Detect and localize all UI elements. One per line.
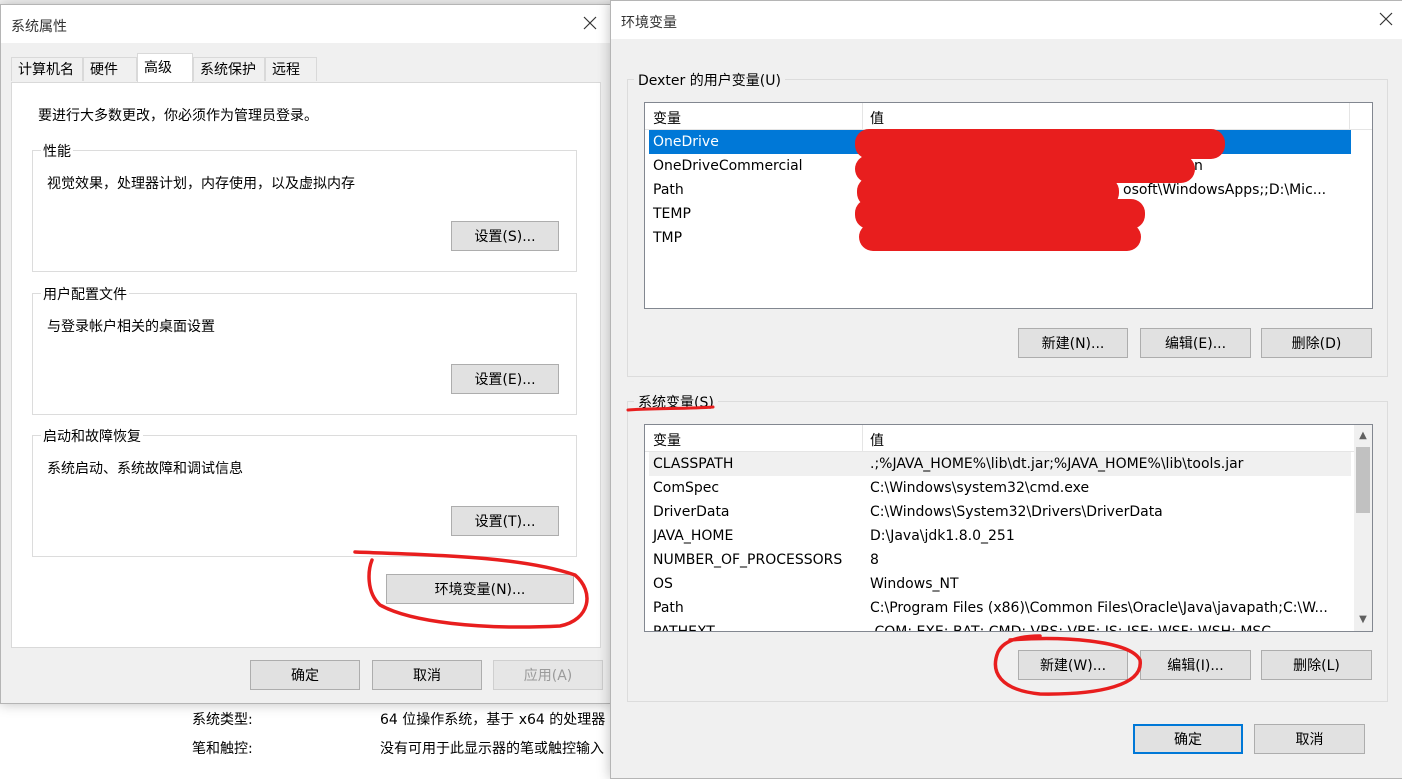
cancel-button[interactable]: 取消: [372, 660, 482, 690]
ok-button[interactable]: 确定: [250, 660, 360, 690]
startup-recovery-description: 系统启动、系统故障和调试信息: [47, 461, 243, 477]
tab-computer-name[interactable]: 计算机名: [11, 57, 83, 81]
vertical-scrollbar[interactable]: ▲ ▼: [1354, 425, 1372, 631]
system-edit-button[interactable]: 编辑(I)...: [1140, 650, 1251, 680]
tab-remote[interactable]: 远程: [265, 57, 317, 81]
column-separator[interactable]: [862, 103, 863, 129]
variable-name: TEMP: [653, 206, 691, 222]
user-variables-list[interactable]: 变量 值 OneDrive OneDriveCommercial n Path …: [644, 102, 1373, 309]
dialog-title: 系统属性: [11, 19, 67, 35]
startup-recovery-group: 启动和故障恢复 系统启动、系统故障和调试信息 设置(T)...: [32, 426, 577, 557]
scroll-up-icon[interactable]: ▲: [1354, 427, 1372, 445]
pen-touch-label: 笔和触控:: [192, 741, 253, 757]
variable-name: JAVA_HOME: [653, 528, 734, 544]
performance-description: 视觉效果，处理器计划，内存使用，以及虚拟内存: [47, 176, 355, 192]
variable-value: D:\Java\jdk1.8.0_251: [870, 528, 1015, 544]
pen-touch-value: 没有可用于此显示器的笔或触控输入: [380, 741, 604, 757]
column-variable[interactable]: 变量: [653, 430, 681, 450]
tab-advanced[interactable]: 高级: [137, 53, 193, 83]
variable-value: .COM;.EXE;.BAT;.CMD;.VBS;.VBE;.JS;.JSE;.…: [870, 624, 1272, 632]
system-properties-dialog: 系统属性 计算机名 硬件 高级 系统保护 远程 要进行大多数更改，你必须作为管理…: [0, 4, 612, 704]
variable-value: Windows_NT: [870, 576, 959, 592]
variable-name: TMP: [653, 230, 683, 246]
performance-legend: 性能: [41, 141, 73, 161]
variable-name: Path: [653, 600, 684, 616]
close-icon[interactable]: [1377, 10, 1395, 28]
startup-recovery-legend: 启动和故障恢复: [41, 426, 143, 446]
variable-name: DriverData: [653, 504, 730, 520]
variable-value: C:\Program Files (x86)\Common Files\Orac…: [870, 600, 1328, 616]
apply-button[interactable]: 应用(A): [493, 660, 603, 690]
system-delete-button[interactable]: 删除(L): [1261, 650, 1372, 680]
advanced-panel: 要进行大多数更改，你必须作为管理员登录。 性能 视觉效果，处理器计划，内存使用，…: [11, 82, 601, 648]
variable-name: OneDrive: [653, 134, 719, 150]
tab-hardware[interactable]: 硬件: [83, 57, 137, 81]
system-type-label: 系统类型:: [192, 712, 253, 728]
dialog-body: Dexter 的用户变量(U) 变量 值 OneDrive OneDriveCo…: [611, 39, 1402, 778]
list-item[interactable]: Path C:\Program Files (x86)\Common Files…: [649, 596, 1351, 620]
title-bar: 环境变量: [611, 1, 1402, 39]
variable-name: Path: [653, 182, 684, 198]
column-variable[interactable]: 变量: [653, 108, 681, 128]
env-ok-button[interactable]: 确定: [1133, 724, 1243, 754]
variable-value: .;%JAVA_HOME%\lib\dt.jar;%JAVA_HOME%\lib…: [870, 456, 1244, 472]
title-bar: 系统属性: [1, 5, 611, 43]
user-variables-frame: Dexter 的用户变量(U) 变量 值 OneDrive OneDriveCo…: [627, 70, 1388, 377]
user-profile-group: 用户配置文件 与登录帐户相关的桌面设置 设置(E)...: [32, 284, 577, 415]
variable-value: 8: [870, 552, 879, 568]
system-variables-list[interactable]: 变量 值 CLASSPATH .;%JAVA_HOME%\lib\dt.jar;…: [644, 424, 1373, 632]
variable-value: C:\Windows\system32\cmd.exe: [870, 480, 1090, 496]
user-profile-description: 与登录帐户相关的桌面设置: [47, 319, 215, 335]
variable-name: NUMBER_OF_PROCESSORS: [653, 552, 843, 568]
variable-name: ComSpec: [653, 480, 720, 496]
list-item[interactable]: ComSpec C:\Windows\system32\cmd.exe: [649, 476, 1351, 500]
variable-value: C:\Windows\System32\Drivers\DriverData: [870, 504, 1163, 520]
list-header: 变量 值: [645, 425, 1372, 452]
tab-system-protection[interactable]: 系统保护: [193, 57, 265, 81]
user-edit-button[interactable]: 编辑(E)...: [1140, 328, 1251, 358]
env-cancel-button[interactable]: 取消: [1254, 724, 1365, 754]
dialog-title: 环境变量: [621, 15, 677, 31]
scroll-thumb[interactable]: [1356, 447, 1370, 513]
column-separator[interactable]: [1349, 103, 1350, 129]
variable-name: OneDriveCommercial: [653, 158, 803, 174]
column-value[interactable]: 值: [870, 430, 884, 450]
system-type-value: 64 位操作系统，基于 x64 的处理器: [380, 712, 606, 728]
environment-variables-button[interactable]: 环境变量(N)...: [386, 574, 574, 604]
user-profile-legend: 用户配置文件: [41, 284, 129, 304]
system-new-button[interactable]: 新建(W)...: [1018, 650, 1128, 680]
list-item[interactable]: PATHEXT .COM;.EXE;.BAT;.CMD;.VBS;.VBE;.J…: [649, 620, 1351, 632]
variable-name: PATHEXT: [653, 624, 715, 632]
performance-group: 性能 视觉效果，处理器计划，内存使用，以及虚拟内存 设置(S)...: [32, 141, 577, 272]
scroll-down-icon[interactable]: ▼: [1354, 611, 1372, 629]
list-item[interactable]: CLASSPATH .;%JAVA_HOME%\lib\dt.jar;%JAVA…: [649, 452, 1351, 476]
list-item[interactable]: DriverData C:\Windows\System32\Drivers\D…: [649, 500, 1351, 524]
list-item[interactable]: OS Windows_NT: [649, 572, 1351, 596]
list-item[interactable]: NUMBER_OF_PROCESSORS 8: [649, 548, 1351, 572]
environment-variables-dialog: 环境变量 Dexter 的用户变量(U) 变量 值 OneDrive OneDr…: [610, 0, 1402, 779]
system-variables-frame: 系统变量(S) 变量 值 CLASSPATH .;%JAVA_HOME%\lib…: [627, 392, 1388, 702]
admin-note: 要进行大多数更改，你必须作为管理员登录。: [38, 108, 318, 124]
column-separator[interactable]: [862, 425, 863, 451]
user-profile-settings-button[interactable]: 设置(E)...: [451, 364, 559, 394]
user-new-button[interactable]: 新建(N)...: [1018, 328, 1128, 358]
performance-settings-button[interactable]: 设置(S)...: [451, 221, 559, 251]
close-icon[interactable]: [581, 14, 599, 32]
variable-name: CLASSPATH: [653, 456, 734, 472]
list-header: 变量 值: [645, 103, 1372, 130]
redaction-mark: [859, 223, 1141, 251]
system-variables-legend: 系统变量(S): [634, 392, 718, 412]
startup-recovery-settings-button[interactable]: 设置(T)...: [451, 506, 559, 536]
user-variables-legend: Dexter 的用户变量(U): [634, 70, 785, 90]
user-delete-button[interactable]: 删除(D): [1261, 328, 1372, 358]
list-item[interactable]: JAVA_HOME D:\Java\jdk1.8.0_251: [649, 524, 1351, 548]
variable-name: OS: [653, 576, 673, 592]
column-value[interactable]: 值: [870, 108, 884, 128]
